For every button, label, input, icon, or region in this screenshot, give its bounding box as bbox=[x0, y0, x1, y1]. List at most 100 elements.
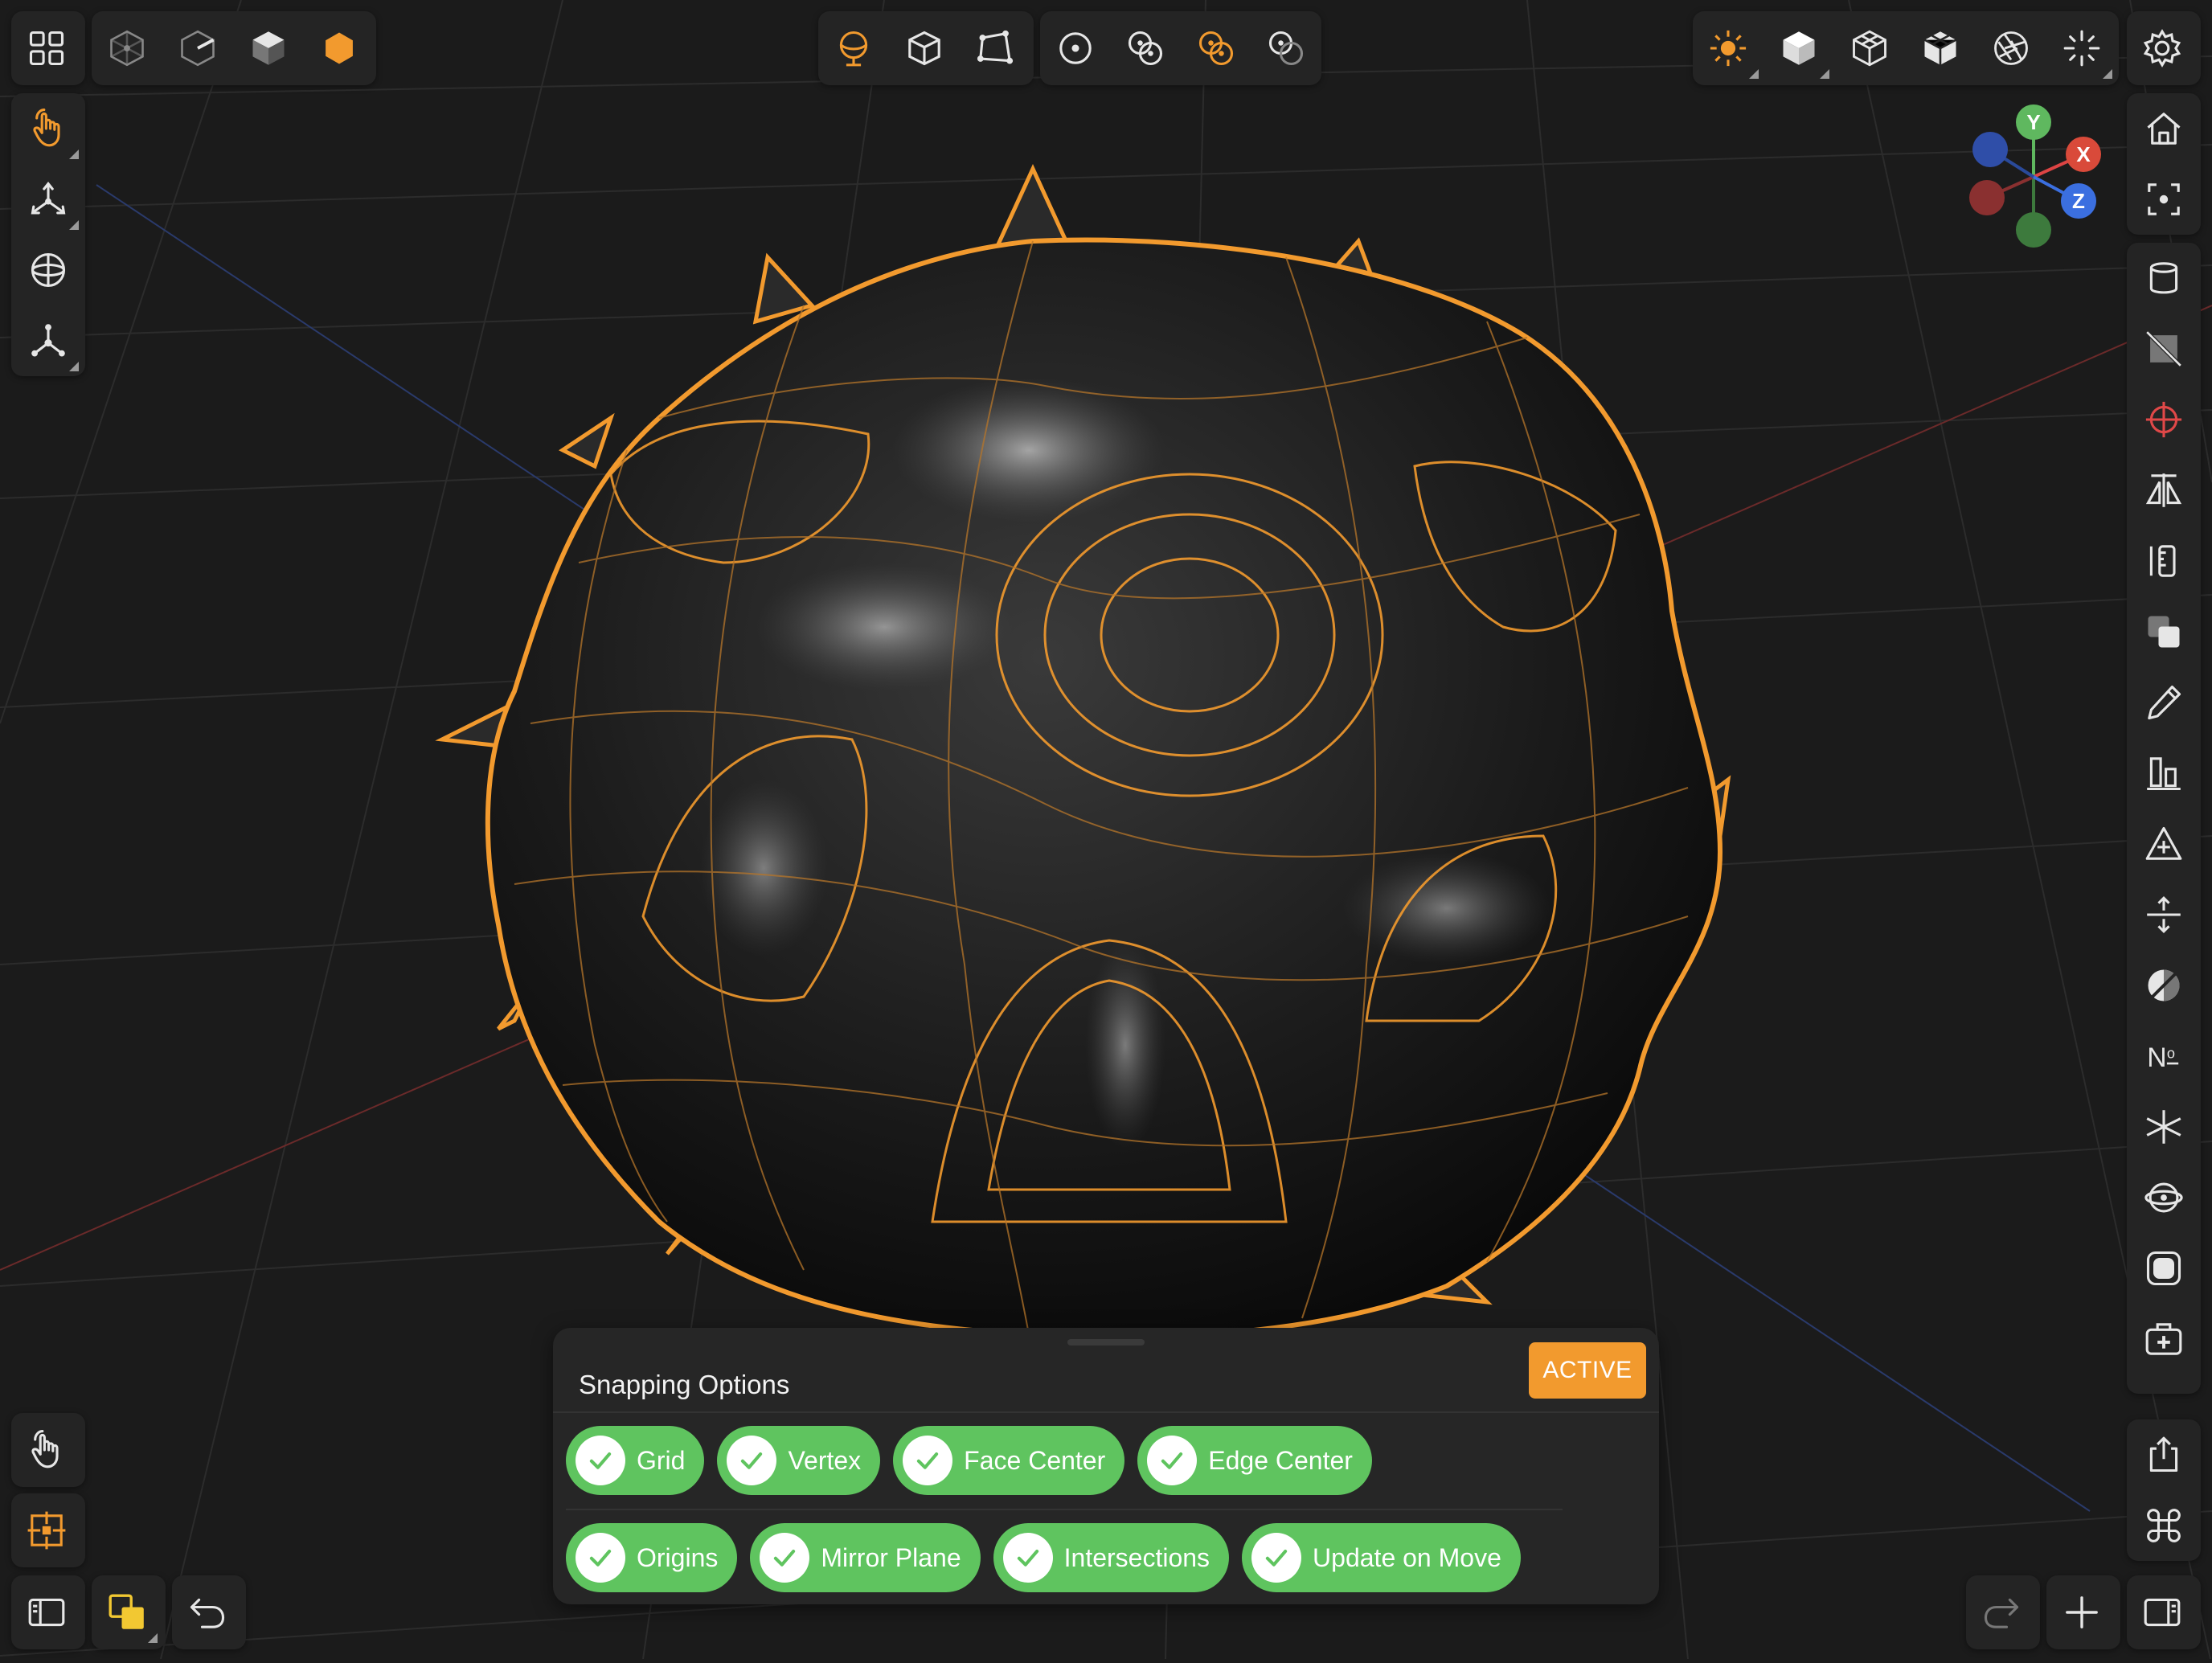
snap-edge-center-toggle[interactable]: Edge Center bbox=[1137, 1426, 1372, 1495]
xray-box-icon[interactable] bbox=[1905, 13, 1976, 84]
push-pull-icon[interactable] bbox=[2128, 879, 2199, 950]
polygon-select-icon[interactable] bbox=[960, 13, 1030, 84]
add-triangle-icon[interactable] bbox=[2128, 809, 2199, 879]
sphere-icon[interactable] bbox=[13, 235, 84, 305]
touch-mode-toolbar bbox=[11, 1413, 85, 1487]
cylinder-icon[interactable] bbox=[2128, 243, 2199, 313]
sun-icon[interactable] bbox=[1693, 13, 1763, 84]
view-mode-toolbar bbox=[92, 11, 376, 85]
snap-origins-label: Origins bbox=[637, 1542, 719, 1572]
wireframe-cube-icon[interactable] bbox=[92, 13, 162, 84]
hatched-square-icon[interactable] bbox=[2128, 313, 2199, 384]
panel-divider bbox=[553, 1411, 1659, 1413]
filled-hexagon-icon[interactable] bbox=[304, 13, 375, 84]
lasso-sphere-icon[interactable] bbox=[818, 13, 889, 84]
grid-menu-icon[interactable] bbox=[11, 13, 82, 84]
active-toggle-button[interactable]: ACTIVE bbox=[1529, 1342, 1646, 1399]
mirror-icon[interactable] bbox=[2128, 455, 2199, 526]
pivot-cursor-icon[interactable] bbox=[1251, 13, 1322, 84]
bottom-left-toolbar bbox=[11, 1575, 85, 1649]
check-icon bbox=[903, 1436, 953, 1485]
frame-selection-icon[interactable] bbox=[2128, 164, 2199, 235]
half-shaded-cube-icon[interactable] bbox=[162, 13, 233, 84]
pivot-center-icon[interactable] bbox=[1040, 13, 1111, 84]
add-toolbar bbox=[2046, 1575, 2120, 1649]
first-aid-icon[interactable] bbox=[2128, 1304, 2199, 1374]
snap-intersections-toggle[interactable]: Intersections bbox=[993, 1523, 1230, 1592]
sidebar-right-icon[interactable] bbox=[2127, 1577, 2198, 1648]
undo-icon[interactable] bbox=[172, 1577, 243, 1648]
snap-toggle-toolbar bbox=[11, 1493, 85, 1567]
overlap-squares-icon[interactable] bbox=[2128, 596, 2199, 667]
pivot-individual-icon[interactable] bbox=[1111, 13, 1182, 84]
command-icon[interactable] bbox=[2128, 1490, 2199, 1561]
orbit-icon[interactable] bbox=[2128, 1162, 2199, 1233]
snap-mirror-plane-toggle[interactable]: Mirror Plane bbox=[750, 1523, 981, 1592]
display-toolbar bbox=[1693, 11, 2119, 85]
panel-grabber[interactable] bbox=[1067, 1339, 1145, 1346]
sparkle-icon[interactable] bbox=[2046, 13, 2117, 84]
solid-box-icon[interactable] bbox=[1763, 13, 1834, 84]
undo-toolbar bbox=[172, 1575, 246, 1649]
check-icon bbox=[1251, 1533, 1302, 1583]
material-icon[interactable] bbox=[2128, 950, 2199, 1021]
snap-target-icon[interactable] bbox=[11, 1495, 82, 1566]
pivot-group-icon[interactable] bbox=[1181, 13, 1251, 84]
number-icon[interactable]: No bbox=[2128, 1021, 2199, 1092]
snap-vertex-toggle[interactable]: Vertex bbox=[717, 1426, 881, 1495]
axis-gizmo-icon[interactable] bbox=[13, 305, 84, 376]
snap-row-2: Origins Mirror Plane Intersections Updat… bbox=[566, 1523, 1521, 1592]
svg-text:N: N bbox=[2147, 1042, 2166, 1073]
touch-icon[interactable] bbox=[11, 1415, 82, 1485]
align-icon[interactable] bbox=[2128, 738, 2199, 809]
snap-row-1: Grid Vertex Face Center Edge Center bbox=[566, 1426, 1372, 1495]
selected-model[interactable] bbox=[435, 163, 1731, 1340]
redo-icon[interactable] bbox=[1966, 1577, 2037, 1648]
settings-toolbar bbox=[2127, 11, 2201, 85]
plus-icon[interactable] bbox=[2046, 1577, 2117, 1648]
overlap-copy-icon[interactable] bbox=[92, 1577, 162, 1648]
aperture-icon[interactable] bbox=[1976, 13, 2046, 84]
check-icon bbox=[727, 1436, 777, 1485]
snap-mirror-plane-label: Mirror Plane bbox=[821, 1542, 961, 1572]
check-icon bbox=[576, 1533, 625, 1583]
object-cube-icon[interactable] bbox=[889, 13, 960, 84]
snap-grid-toggle[interactable]: Grid bbox=[566, 1426, 705, 1495]
pivot-toolbar bbox=[1040, 11, 1321, 85]
snap-origins-toggle[interactable]: Origins bbox=[566, 1523, 738, 1592]
measure-icon[interactable] bbox=[2128, 526, 2199, 596]
right-toolbar-bottom bbox=[2127, 1419, 2201, 1561]
top-left-toolbar bbox=[11, 11, 85, 85]
pen-icon[interactable] bbox=[2128, 667, 2199, 738]
snap-vertex-label: Vertex bbox=[788, 1445, 862, 1475]
selection-toolbar bbox=[818, 11, 1034, 85]
solid-cube-icon[interactable] bbox=[233, 13, 304, 84]
snap-update-on-move-toggle[interactable]: Update on Move bbox=[1242, 1523, 1521, 1592]
panel-title: Snapping Options bbox=[579, 1370, 790, 1399]
snap-edge-center-label: Edge Center bbox=[1208, 1445, 1353, 1475]
check-icon bbox=[1002, 1533, 1053, 1583]
right-toolbar-top bbox=[2127, 93, 2201, 235]
right-panel-toolbar bbox=[2127, 1575, 2201, 1649]
left-toolbar bbox=[11, 93, 85, 376]
move-gizmo-icon[interactable] bbox=[13, 164, 84, 235]
snap-face-center-label: Face Center bbox=[964, 1445, 1106, 1475]
gear-icon[interactable] bbox=[2127, 13, 2198, 84]
right-toolbar-tools: No bbox=[2127, 243, 2201, 1394]
asterisk-icon[interactable] bbox=[2128, 1092, 2199, 1162]
snapping-options-panel: Snapping Options ACTIVE Grid Vertex Face… bbox=[553, 1328, 1659, 1604]
home-icon[interactable] bbox=[2128, 93, 2199, 164]
wireframe-box-icon[interactable] bbox=[1834, 13, 1905, 84]
orientation-gizmo[interactable]: Y X Z bbox=[1953, 96, 2114, 257]
rounded-square-icon[interactable] bbox=[2128, 1233, 2199, 1304]
share-icon[interactable] bbox=[2128, 1419, 2199, 1490]
crosshair-icon[interactable] bbox=[2128, 384, 2199, 455]
check-icon bbox=[760, 1533, 810, 1583]
check-icon bbox=[576, 1436, 625, 1485]
check-icon bbox=[1147, 1436, 1198, 1485]
redo-toolbar bbox=[1966, 1575, 2040, 1649]
touch-hand-icon[interactable] bbox=[13, 93, 84, 164]
snap-face-center-toggle[interactable]: Face Center bbox=[893, 1426, 1125, 1495]
snap-grid-label: Grid bbox=[637, 1445, 686, 1475]
sidebar-left-icon[interactable] bbox=[11, 1577, 82, 1648]
